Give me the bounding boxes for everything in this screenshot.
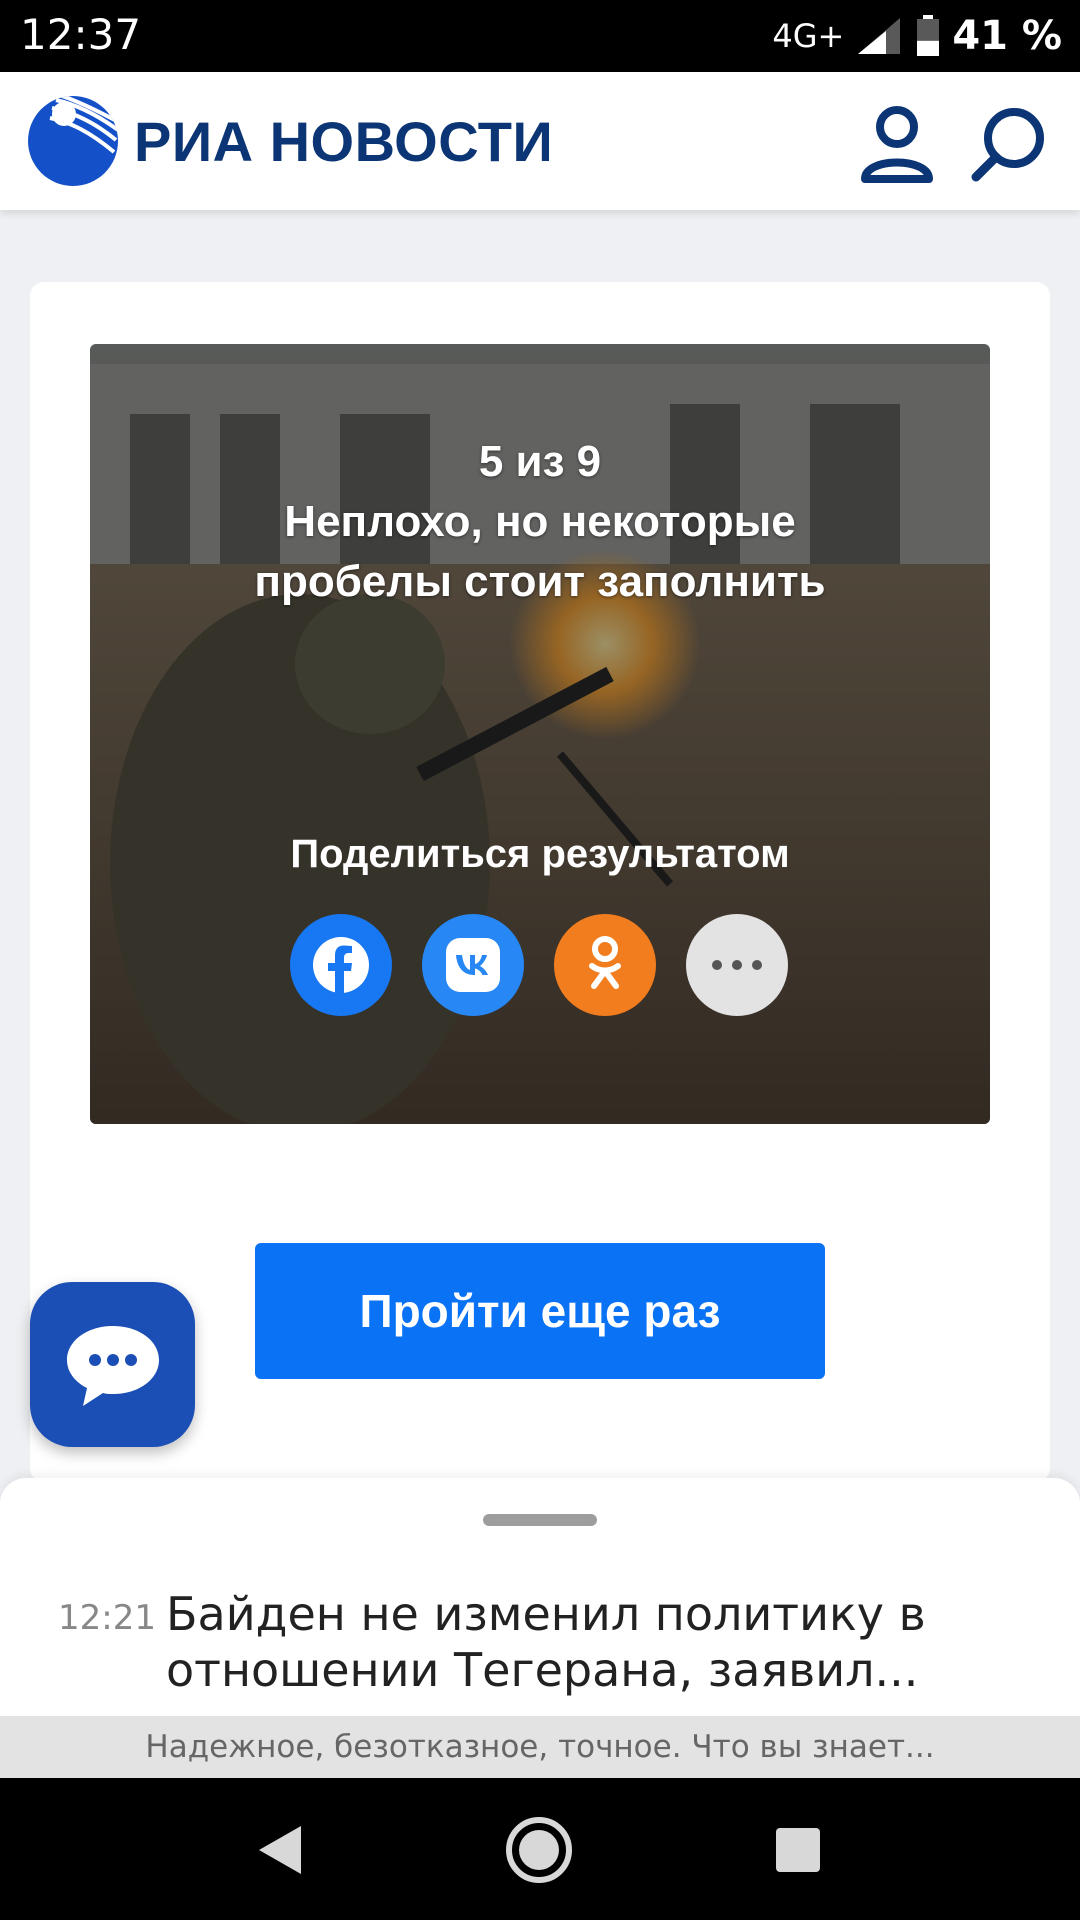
quiz-verdict: Неплохо, но некоторые пробелы стоит запо… [254, 497, 826, 606]
sheet-drag-handle[interactable] [483, 1514, 597, 1526]
teaser-text: Надежное, безотказное, точное. Что вы зн… [145, 1729, 935, 1765]
home-icon [506, 1817, 572, 1883]
battery-percent: 41 % [952, 13, 1062, 59]
vk-icon [446, 938, 500, 992]
news-item[interactable]: 12:21 Байден не изменил политику в отнош… [58, 1586, 1048, 1698]
battery-icon [917, 15, 940, 56]
quiz-score: 5 из 9 [478, 437, 602, 486]
status-time: 12:37 [20, 10, 142, 59]
share-facebook-button[interactable] [290, 914, 392, 1016]
news-title: Байден не изменил политику в отношении Т… [166, 1587, 926, 1697]
profile-button[interactable] [856, 102, 938, 184]
profile-icon [861, 106, 933, 183]
result-panel: 5 из 9 Неплохо, но некоторые пробелы сто… [90, 344, 990, 1124]
status-bar: 12:37 4G+ 41 % [0, 0, 1080, 72]
news-time: 12:21 [58, 1598, 156, 1638]
status-indicators: 4G+ 41 % [772, 10, 1062, 62]
recents-icon [776, 1828, 820, 1872]
chat-button[interactable] [30, 1282, 195, 1447]
ria-logo[interactable]: РИА НОВОСТИ [26, 94, 553, 188]
share-buttons [290, 914, 788, 1016]
share-more-button[interactable] [686, 914, 788, 1016]
back-icon [259, 1826, 301, 1874]
more-icon [712, 960, 762, 970]
chat-bubble-icon [66, 1325, 159, 1406]
odnoklassniki-icon [589, 936, 621, 989]
site-header: РИА НОВОСТИ [0, 72, 1080, 210]
result-heading: 5 из 9 Неплохо, но некоторые пробелы сто… [90, 432, 990, 612]
globe-logo-icon [28, 96, 118, 186]
teaser-bar[interactable]: Надежное, безотказное, точное. Что вы зн… [0, 1716, 1080, 1778]
retry-quiz-button[interactable]: Пройти еще раз [255, 1243, 825, 1379]
search-icon [971, 108, 1044, 182]
share-odnoklassniki-button[interactable] [554, 914, 656, 1016]
network-type: 4G+ [772, 17, 845, 55]
navigation-bar [0, 1778, 1080, 1920]
back-button[interactable] [241, 1812, 317, 1888]
home-button[interactable] [501, 1812, 577, 1888]
logo-text: РИА НОВОСТИ [134, 109, 554, 173]
share-label: Поделиться результатом [290, 832, 790, 876]
facebook-icon [313, 937, 369, 993]
search-button[interactable] [968, 102, 1050, 184]
share-vk-button[interactable] [422, 914, 524, 1016]
recents-button[interactable] [760, 1812, 836, 1888]
signal-icon [858, 18, 901, 54]
